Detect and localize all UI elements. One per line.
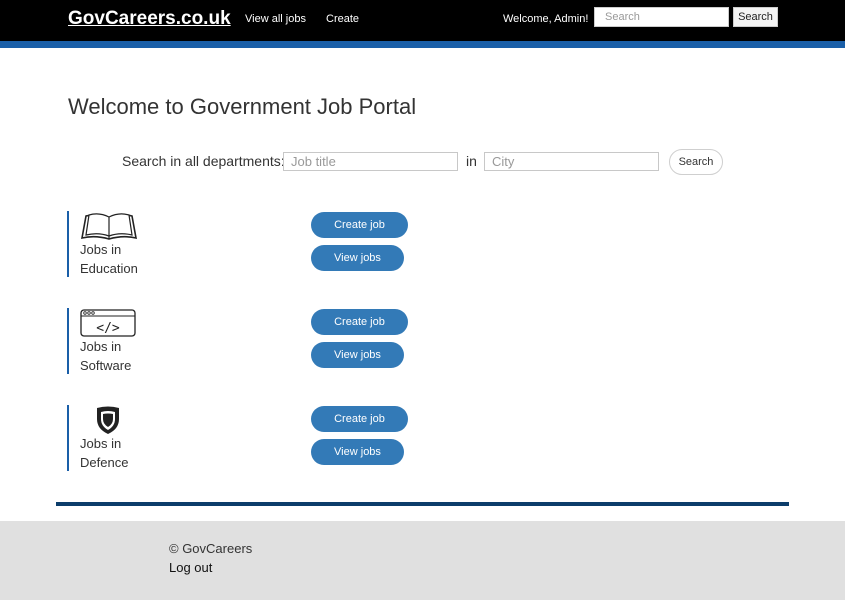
navbar-search-button[interactable]: Search [733,7,778,27]
navbar-accent-stripe [0,41,845,48]
department-label-line1: Jobs in [80,242,122,257]
department-label-line1: Jobs in [80,436,122,451]
department-label-line1: Jobs in [80,339,122,354]
department-defence: Jobs in Defence Create job View jobs [67,405,427,471]
view-jobs-button[interactable]: View jobs [311,245,404,271]
page-title: Welcome to Government Job Portal [68,94,417,119]
view-jobs-button[interactable]: View jobs [311,342,404,368]
search-in-label: in [466,153,477,169]
footer-divider [56,502,789,506]
create-job-button[interactable]: Create job [311,406,408,432]
navbar-search-input[interactable] [594,7,729,27]
footer-copyright: © GovCareers [169,541,253,556]
brand-link[interactable]: GovCareers.co.uk [68,8,231,30]
department-education: Jobs in Education Create job View jobs [67,211,427,277]
view-jobs-button[interactable]: View jobs [311,439,404,465]
department-accent-bar [67,405,69,471]
department-software: </> Jobs in Software Create job View job… [67,308,427,374]
department-label: Jobs in Education [80,240,170,278]
job-title-input[interactable] [283,152,458,171]
create-job-button[interactable]: Create job [311,309,408,335]
department-label-line2: Software [80,358,132,373]
create-job-button[interactable]: Create job [311,212,408,238]
search-button[interactable]: Search [669,149,723,175]
department-label-line2: Defence [80,455,129,470]
department-accent-bar [67,211,69,277]
department-label: Jobs in Software [80,337,170,375]
search-label: Search in all departments: [122,153,285,169]
logout-link[interactable]: Log out [169,560,212,575]
welcome-text: Welcome, Admin! [503,13,589,25]
nav-create-link[interactable]: Create [326,13,359,25]
city-input[interactable] [484,152,659,171]
department-label-line2: Education [80,261,138,276]
top-navbar: GovCareers.co.uk View all jobs Create We… [0,0,845,41]
nav-view-all-jobs-link[interactable]: View all jobs [245,13,306,25]
department-label: Jobs in Defence [80,434,170,472]
svg-text:</>: </> [96,321,120,336]
footer: © GovCareers Log out [0,521,845,600]
department-accent-bar [67,308,69,374]
